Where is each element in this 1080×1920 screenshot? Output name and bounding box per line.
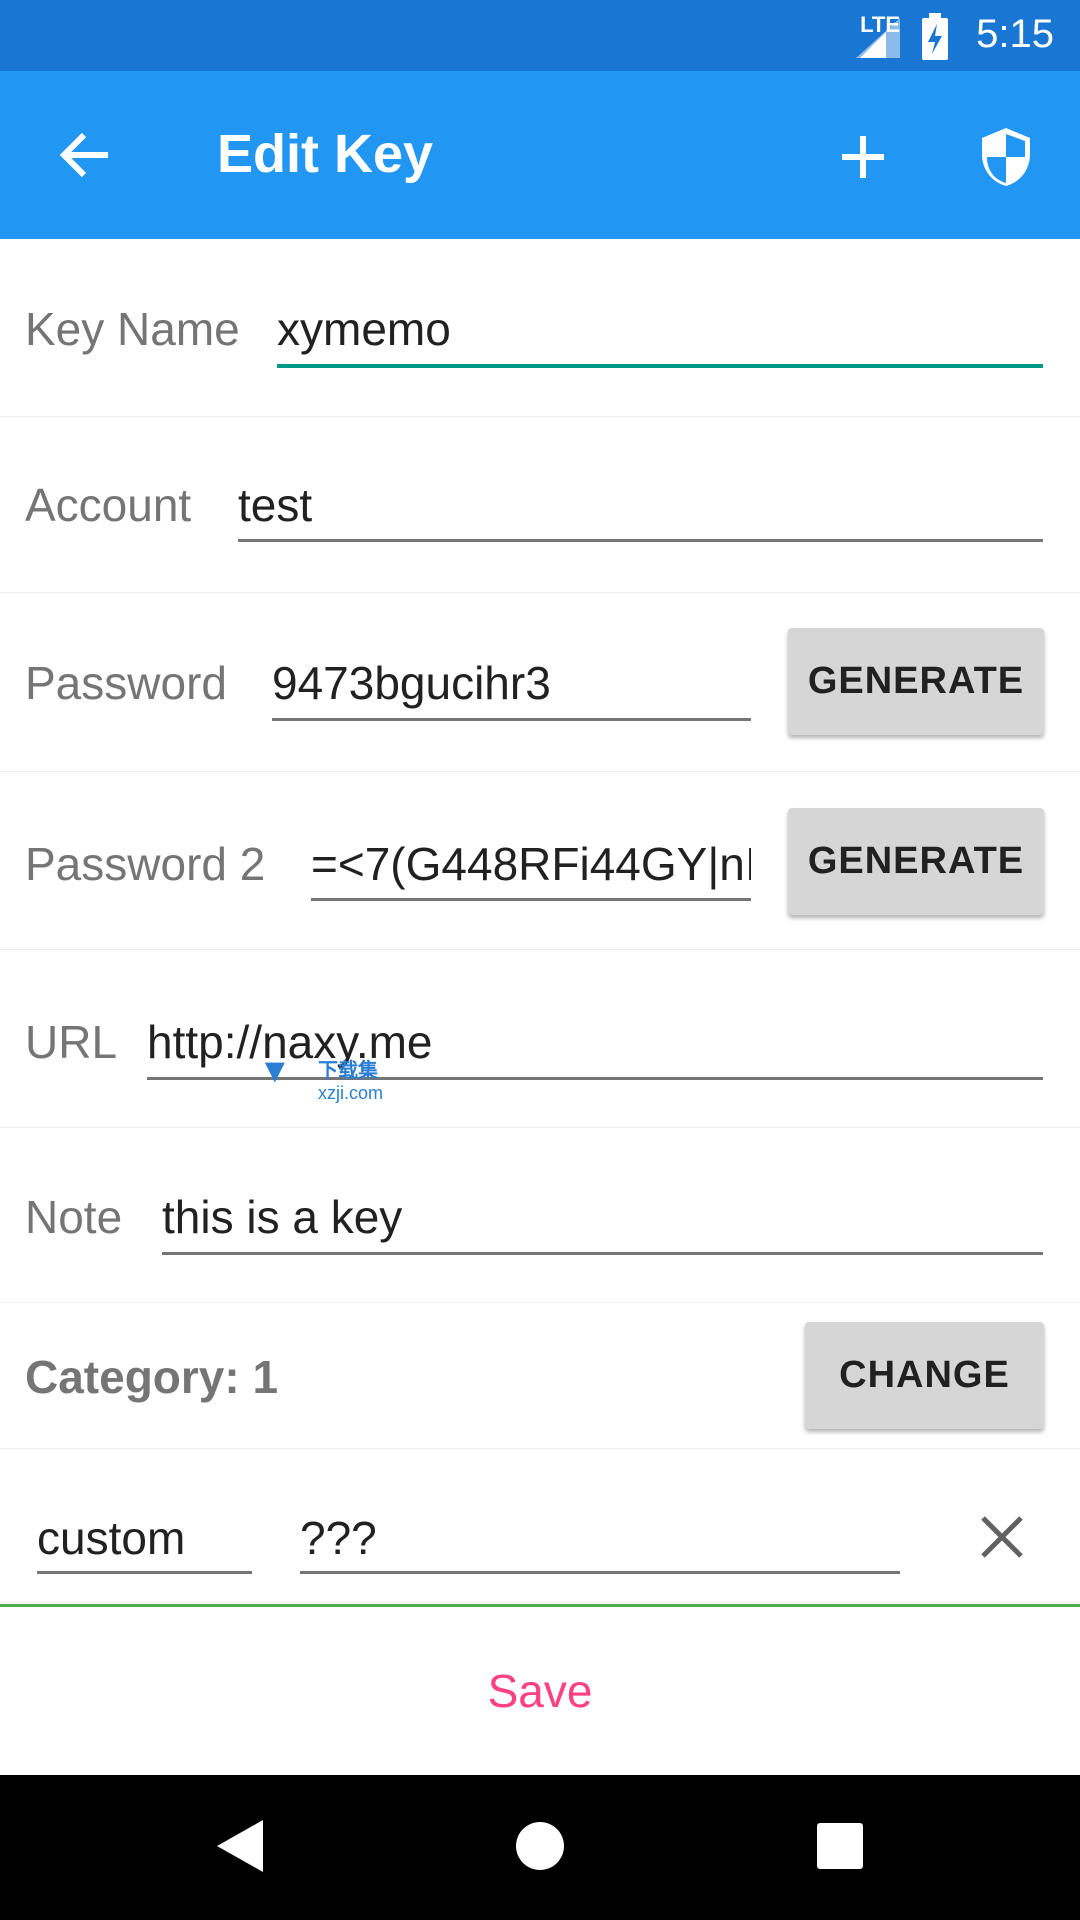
change-category-button[interactable]: CHANGE: [805, 1322, 1044, 1429]
category-label: Category: 1: [25, 1351, 279, 1403]
divider: [0, 416, 1080, 417]
key-name-input[interactable]: xymemo: [277, 302, 1042, 356]
shield-icon[interactable]: [978, 126, 1034, 188]
recents-nav-icon[interactable]: [817, 1823, 863, 1869]
custom-field-name-input[interactable]: custom: [37, 1511, 251, 1565]
generate-password-button[interactable]: GENERATE: [788, 628, 1044, 735]
generate-password2-button[interactable]: GENERATE: [788, 808, 1044, 915]
account-underline: [238, 539, 1043, 542]
app-bar: Edit Key: [0, 71, 1080, 239]
clock: 5:15: [976, 12, 1054, 56]
account-input[interactable]: test: [238, 478, 1038, 532]
add-icon[interactable]: [840, 134, 886, 180]
watermark-logo: ▼ 下载集 xzji.com: [258, 1052, 384, 1103]
divider: [0, 1448, 1080, 1449]
home-nav-icon[interactable]: [515, 1821, 565, 1871]
password-underline: [272, 718, 751, 721]
divider: [0, 1302, 1080, 1303]
arrow-back-icon[interactable]: [58, 131, 110, 179]
password2-input[interactable]: =<7(G448RFi44GY|nI: [311, 837, 751, 891]
note-underline: [162, 1252, 1043, 1255]
back-nav-icon[interactable]: [217, 1820, 263, 1872]
password-input[interactable]: 9473bgucihr3: [272, 656, 750, 710]
divider: [0, 1127, 1080, 1128]
divider: [0, 592, 1080, 593]
account-label: Account: [25, 479, 192, 531]
close-icon[interactable]: [980, 1515, 1024, 1559]
note-input[interactable]: this is a key: [162, 1190, 1037, 1244]
note-label: Note: [25, 1191, 123, 1243]
key-name-label: Key Name: [25, 303, 240, 355]
url-label: URL: [25, 1016, 118, 1068]
navigation-bar: [0, 1775, 1080, 1920]
divider: [0, 949, 1080, 950]
password2-label: Password 2: [25, 838, 266, 890]
key-name-underline: [277, 364, 1043, 368]
signal-icon: [856, 18, 900, 58]
save-button[interactable]: Save: [0, 1607, 1080, 1775]
custom-field-value-input[interactable]: ???: [300, 1511, 900, 1565]
battery-charging-icon: [922, 13, 948, 60]
divider: [0, 771, 1080, 772]
custom-value-underline: [300, 1571, 900, 1574]
status-bar: LTE 5:15: [0, 0, 1080, 71]
custom-name-underline: [37, 1571, 252, 1574]
password2-underline: [311, 898, 751, 901]
page-title: Edit Key: [217, 124, 434, 184]
password-label: Password: [25, 657, 227, 709]
